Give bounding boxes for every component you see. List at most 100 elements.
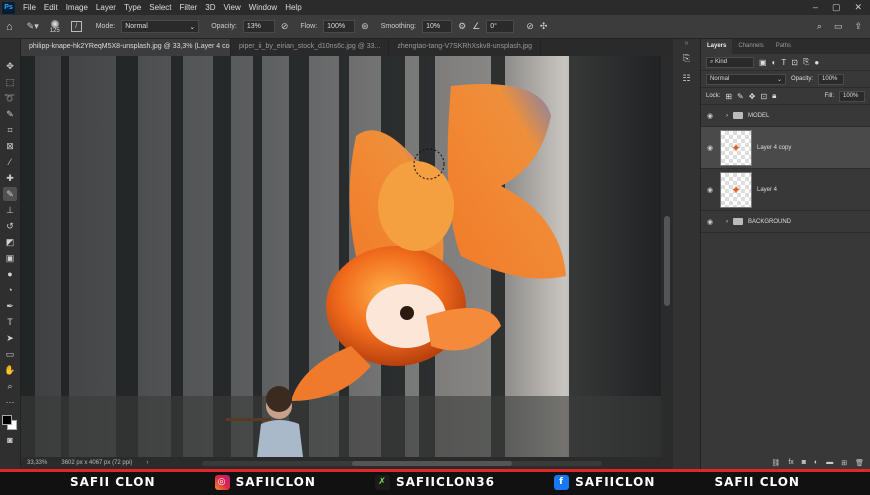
healing-tool-icon[interactable]: ✚ [3, 171, 17, 185]
lock-position-icon[interactable]: ✥ [749, 92, 756, 101]
foreground-color-swatch[interactable] [2, 415, 12, 425]
kind-filter-select[interactable]: ⌕ Kind [706, 56, 754, 68]
stamp-tool-icon[interactable]: ⊥ [3, 203, 17, 217]
dodge-tool-icon[interactable]: ◔ [3, 283, 17, 297]
visibility-eye-icon[interactable]: ◉ [705, 218, 715, 226]
filter-adjustment-icon[interactable]: ◐ [772, 58, 777, 67]
brush-tool-preset-icon[interactable]: ✎▾ [27, 21, 39, 32]
tab-channels[interactable]: Channels [732, 39, 769, 54]
tab-zhengtao-tang[interactable]: zhengtao-tang-V7SKRhXskv8-unsplash.jpg [389, 39, 542, 56]
maximize-icon[interactable]: ▢ [832, 2, 841, 13]
menu-help[interactable]: Help [281, 3, 305, 12]
minimize-icon[interactable]: – [813, 2, 818, 13]
visibility-eye-icon[interactable]: ◉ [705, 112, 715, 120]
delete-layer-icon[interactable]: 🗑︎ [855, 459, 864, 467]
filter-pixel-icon[interactable]: ▣ [759, 58, 767, 67]
history-panel-icon[interactable]: ⎘ [680, 53, 694, 67]
add-mask-icon[interactable]: ◙ [802, 459, 806, 467]
adjustment-layer-icon[interactable]: ◐ [814, 459, 818, 467]
color-swatches[interactable] [2, 415, 18, 431]
menu-type[interactable]: Type [120, 3, 145, 12]
lasso-tool-icon[interactable]: ➰ [3, 91, 17, 105]
status-menu-chevron-icon[interactable]: › [146, 460, 148, 466]
history-brush-tool-icon[interactable]: ↺ [3, 219, 17, 233]
quick-mask-icon[interactable]: ◙ [3, 433, 17, 447]
scroll-thumb[interactable] [664, 216, 670, 306]
menu-edit[interactable]: Edit [40, 3, 62, 12]
expand-chevron-icon[interactable]: › [726, 113, 728, 119]
new-group-icon[interactable]: ▬ [826, 459, 833, 467]
visibility-eye-icon[interactable]: ◉ [705, 144, 715, 152]
type-tool-icon[interactable]: T [3, 315, 17, 329]
brush-settings-icon[interactable]: / [70, 21, 82, 32]
shape-tool-icon[interactable]: ▭ [3, 347, 17, 361]
menu-filter[interactable]: Filter [176, 3, 202, 12]
menu-image[interactable]: Image [62, 3, 92, 12]
eyedropper-tool-icon[interactable]: ⁄ [3, 155, 17, 169]
path-select-tool-icon[interactable]: ➤ [3, 331, 17, 345]
zoom-level[interactable]: 33,33% [27, 460, 47, 466]
blend-mode-select[interactable]: Normal ⌄ [706, 73, 786, 85]
layer-row-layer-4[interactable]: ◉ ✦ Layer 4 [701, 169, 870, 211]
layer-row-background[interactable]: ◉ › BACKGROUND [701, 211, 870, 233]
expand-chevron-icon[interactable]: › [726, 219, 728, 225]
close-icon[interactable]: ✕ [854, 2, 862, 13]
fx-icon[interactable]: fx [788, 459, 793, 467]
more-tools-icon[interactable]: ··· [3, 395, 17, 409]
search-icon[interactable]: ⌕ [817, 21, 822, 32]
smoothing-field[interactable]: 10% [422, 20, 453, 33]
horizontal-scrollbar[interactable] [202, 460, 603, 466]
link-layers-icon[interactable]: ⛓ [771, 459, 780, 467]
blur-tool-icon[interactable]: ● [3, 267, 17, 281]
marquee-tool-icon[interactable]: ⬚ [3, 75, 17, 89]
pen-tool-icon[interactable]: ✒ [3, 299, 17, 313]
flow-field[interactable]: 100% [323, 20, 356, 33]
menu-select[interactable]: Select [145, 3, 175, 12]
quick-select-tool-icon[interactable]: ✎ [3, 107, 17, 121]
tab-philipp-knape[interactable]: philipp-knape-hk2YReqM5X8-unsplash.jpg @… [21, 39, 231, 56]
lock-all-icon[interactable]: 🔒︎ [772, 91, 776, 101]
h-scroll-thumb[interactable] [352, 460, 513, 466]
workspace-icon[interactable]: ▭ [834, 21, 843, 32]
filter-smart-object-icon[interactable]: ⎘ [803, 57, 809, 67]
new-layer-icon[interactable]: ⊞ [841, 459, 847, 467]
move-tool-icon[interactable]: ✥ [3, 59, 17, 73]
crop-tool-icon[interactable]: ⌗ [3, 123, 17, 137]
zoom-tool-icon[interactable]: ⌕ [3, 379, 17, 393]
visibility-eye-icon[interactable]: ◉ [705, 186, 715, 194]
layer-row-model[interactable]: ◉ › MODEL [701, 105, 870, 127]
home-icon[interactable]: ⌂ [6, 21, 13, 33]
share-icon[interactable]: ⇪ [854, 21, 862, 32]
menu-view[interactable]: View [220, 3, 245, 12]
frame-tool-icon[interactable]: ⊠ [3, 139, 17, 153]
lock-pixels-icon[interactable]: ✎ [737, 92, 744, 101]
lock-transparency-icon[interactable]: ⊞ [725, 92, 732, 101]
document-canvas[interactable] [21, 56, 661, 457]
brush-tool-icon[interactable]: ✎ [3, 187, 17, 201]
tab-piper[interactable]: piper_ii_by_eirian_stock_d10ns6c.jpg @ 3… [231, 39, 390, 56]
mode-select[interactable]: Normal ⌄ [121, 20, 200, 33]
properties-panel-icon[interactable]: ☷ [680, 73, 694, 87]
layer-row-layer-4-copy[interactable]: ◉ ✦ Layer 4 copy [701, 127, 870, 169]
tab-paths[interactable]: Paths [770, 39, 797, 54]
menu-layer[interactable]: Layer [92, 3, 120, 12]
gradient-tool-icon[interactable]: ▣ [3, 251, 17, 265]
filter-toggle-icon[interactable]: ● [814, 58, 819, 67]
hand-tool-icon[interactable]: ✋ [3, 363, 17, 377]
menu-window[interactable]: Window [245, 3, 281, 12]
pressure-opacity-icon[interactable]: ⊘ [281, 21, 289, 32]
opacity-field[interactable]: 13% [242, 20, 275, 33]
eraser-tool-icon[interactable]: ◩ [3, 235, 17, 249]
angle-field[interactable]: 0° [486, 20, 515, 33]
menu-3d[interactable]: 3D [201, 3, 219, 12]
layer-opacity-field[interactable]: 100% [818, 73, 845, 85]
airbrush-icon[interactable]: ⊛ [361, 21, 369, 32]
vertical-scrollbar[interactable] [661, 56, 673, 457]
fill-field[interactable]: 100% [839, 90, 865, 102]
menu-file[interactable]: File [19, 3, 40, 12]
tab-layers[interactable]: Layers [701, 39, 733, 54]
lock-artboard-icon[interactable]: ⊡ [760, 92, 767, 101]
filter-type-icon[interactable]: T [781, 58, 786, 67]
pressure-size-icon[interactable]: ⊘ [526, 21, 534, 32]
brush-size-picker[interactable]: 125 [45, 19, 65, 34]
